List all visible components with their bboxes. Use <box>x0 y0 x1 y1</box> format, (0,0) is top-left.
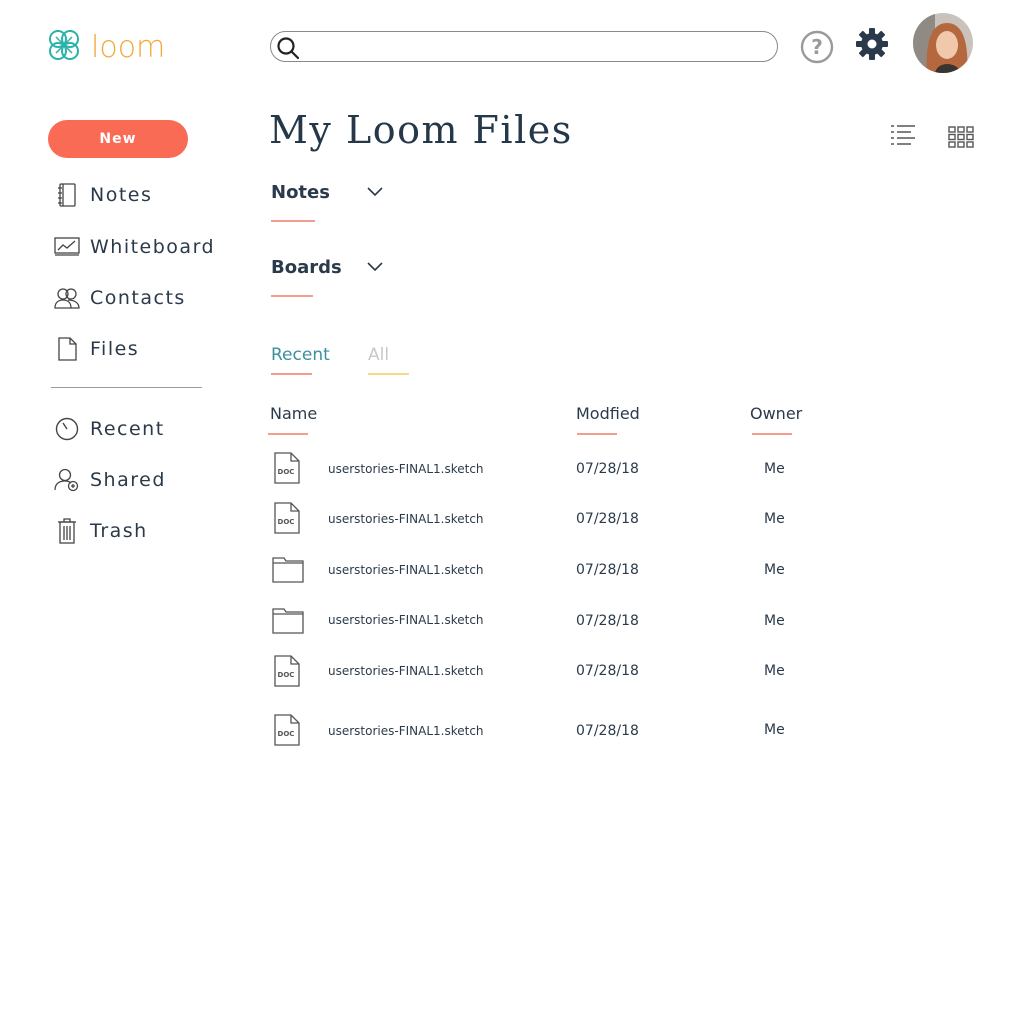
sidebar-item-label: Notes <box>90 184 153 206</box>
chevron-down-icon[interactable] <box>367 184 383 202</box>
sidebar-item-shared[interactable]: Shared <box>54 465 166 495</box>
search-bar[interactable] <box>270 31 778 62</box>
file-modified: 07/28/18 <box>576 723 639 739</box>
doc-file-icon: DOC <box>274 714 300 751</box>
file-name: userstories-FINAL1.sketch <box>328 724 484 738</box>
sidebar-divider <box>51 387 202 388</box>
notes-section-underline <box>271 220 315 222</box>
shared-user-icon <box>54 467 80 493</box>
help-icon[interactable]: ? <box>800 30 834 69</box>
loom-logo-text: loom <box>91 30 166 65</box>
file-owner: Me <box>764 562 785 578</box>
svg-text:?: ? <box>811 35 823 59</box>
sidebar-item-label: Recent <box>90 418 165 440</box>
new-button[interactable]: New <box>48 120 188 158</box>
folder-icon <box>272 555 304 588</box>
file-name: userstories-FINAL1.sketch <box>328 664 484 678</box>
boards-section-underline <box>271 295 313 297</box>
loom-logo[interactable]: loom <box>47 28 165 67</box>
sidebar-item-label: Trash <box>90 520 148 542</box>
contacts-icon <box>54 285 80 311</box>
file-owner: Me <box>764 722 785 738</box>
table-row[interactable]: userstories-FINAL1.sketch 07/28/18 Me <box>270 606 830 646</box>
whiteboard-icon <box>54 234 80 260</box>
table-row[interactable]: DOC userstories-FINAL1.sketch 07/28/18 M… <box>270 502 830 542</box>
sidebar-item-label: Files <box>90 338 140 360</box>
file-modified: 07/28/18 <box>576 663 639 679</box>
sidebar-item-label: Whiteboard <box>90 236 216 258</box>
list-view-icon[interactable] <box>890 123 916 154</box>
avatar[interactable] <box>913 13 973 73</box>
tab-all[interactable]: All <box>368 345 389 365</box>
column-header-underline <box>577 433 617 435</box>
sidebar-item-trash[interactable]: Trash <box>54 516 148 546</box>
file-owner: Me <box>764 613 785 629</box>
tab-all-underline <box>368 373 409 375</box>
sidebar-item-label: Shared <box>90 469 166 491</box>
table-row[interactable]: DOC userstories-FINAL1.sketch 07/28/18 M… <box>270 452 830 492</box>
sidebar-item-whiteboard[interactable]: Whiteboard <box>54 232 215 262</box>
sidebar-item-files[interactable]: Files <box>54 334 139 364</box>
sidebar-item-recent[interactable]: Recent <box>54 414 165 444</box>
loom-logo-icon <box>47 28 81 67</box>
file-modified: 07/28/18 <box>576 613 639 629</box>
column-header-underline <box>268 433 308 435</box>
gear-icon[interactable] <box>855 27 889 66</box>
sidebar-item-contacts[interactable]: Contacts <box>54 283 186 313</box>
search-input[interactable] <box>305 35 769 59</box>
column-header-underline <box>752 433 792 435</box>
file-modified: 07/28/18 <box>576 511 639 527</box>
file-owner: Me <box>764 461 785 477</box>
doc-icon-text: DOC <box>278 518 295 526</box>
grid-view-icon[interactable] <box>948 126 974 153</box>
file-owner: Me <box>764 663 785 679</box>
page-title: My Loom Files <box>269 108 573 152</box>
file-modified: 07/28/18 <box>576 461 639 477</box>
column-header-owner[interactable]: Owner <box>750 404 802 423</box>
column-header-name[interactable]: Name <box>270 404 317 423</box>
sidebar-item-notes[interactable]: Notes <box>54 180 152 210</box>
folder-icon <box>272 606 304 639</box>
file-icon <box>54 336 80 362</box>
notebook-icon <box>54 182 80 208</box>
clock-icon <box>54 416 80 442</box>
search-icon[interactable] <box>276 36 300 65</box>
doc-icon-text: DOC <box>278 671 295 679</box>
trash-icon <box>54 518 80 544</box>
sidebar-item-label: Contacts <box>90 287 186 309</box>
file-name: userstories-FINAL1.sketch <box>328 462 484 476</box>
table-row[interactable]: userstories-FINAL1.sketch 07/28/18 Me <box>270 555 830 595</box>
table-row[interactable]: DOC userstories-FINAL1.sketch 07/28/18 M… <box>270 655 830 695</box>
doc-file-icon: DOC <box>274 502 300 539</box>
table-row[interactable]: DOC userstories-FINAL1.sketch 07/28/18 M… <box>270 714 830 754</box>
boards-section-label: Boards <box>271 257 342 278</box>
chevron-down-icon[interactable] <box>367 259 383 277</box>
tab-recent[interactable]: Recent <box>271 345 330 365</box>
doc-file-icon: DOC <box>274 655 300 692</box>
notes-section-dropdown[interactable]: Notes <box>271 182 383 203</box>
doc-icon-text: DOC <box>278 730 295 738</box>
column-header-modified[interactable]: Modfied <box>576 404 640 423</box>
file-modified: 07/28/18 <box>576 562 639 578</box>
file-owner: Me <box>764 511 785 527</box>
file-name: userstories-FINAL1.sketch <box>328 563 484 577</box>
doc-file-icon: DOC <box>274 452 300 489</box>
file-name: userstories-FINAL1.sketch <box>328 512 484 526</box>
tab-recent-underline <box>271 373 312 375</box>
doc-icon-text: DOC <box>278 468 295 476</box>
notes-section-label: Notes <box>271 182 330 203</box>
boards-section-dropdown[interactable]: Boards <box>271 257 383 278</box>
file-name: userstories-FINAL1.sketch <box>328 613 484 627</box>
